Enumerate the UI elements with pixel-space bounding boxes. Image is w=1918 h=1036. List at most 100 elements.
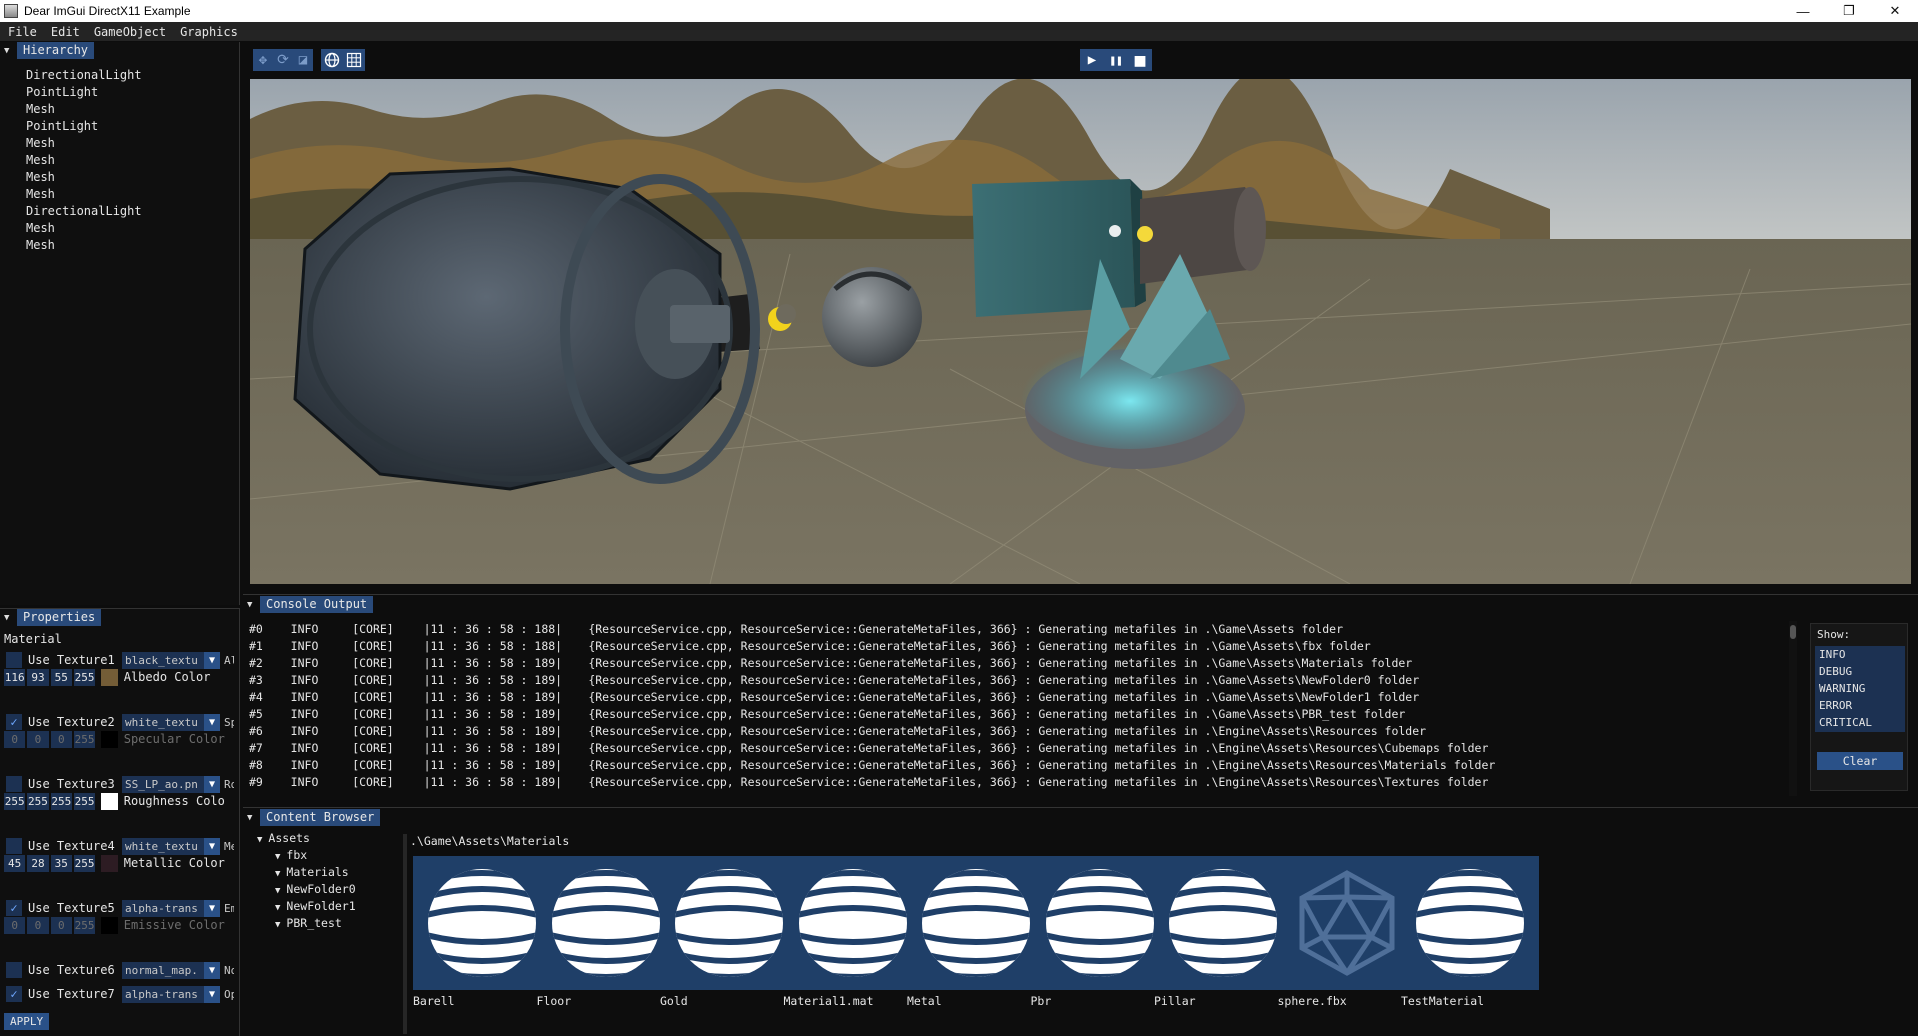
use-texture-checkbox[interactable]: ✓: [6, 986, 22, 1002]
color-swatch[interactable]: [101, 668, 118, 686]
material-sphere-icon[interactable]: [413, 856, 551, 990]
play-icon[interactable]: ▶: [1080, 49, 1104, 71]
texture-dropdown[interactable]: SS_LP_ao.pn ▼: [122, 775, 220, 793]
apply-button[interactable]: APPLY: [4, 1013, 50, 1030]
console-line[interactable]: #6 INFO [CORE] |11 : 36 : 58 : 189| {Resourc…: [249, 723, 1779, 740]
maximize-button[interactable]: ❐: [1826, 0, 1872, 22]
material-sphere-icon[interactable]: [1030, 856, 1169, 990]
console-scrollbar[interactable]: [1789, 621, 1797, 796]
asset-tile[interactable]: Pillar: [1154, 856, 1292, 1008]
tree-arrow-icon[interactable]: ▼: [275, 869, 280, 879]
material-sphere-icon[interactable]: [783, 856, 922, 990]
texture-dropdown[interactable]: normal_map. ▼: [122, 961, 220, 979]
color-channel-input[interactable]: 93: [27, 668, 49, 686]
material-sphere-icon[interactable]: [1154, 856, 1292, 990]
color-swatch[interactable]: [101, 916, 118, 934]
console-line[interactable]: #4 INFO [CORE] |11 : 36 : 58 : 189| {Resourc…: [249, 689, 1779, 706]
color-channel-input[interactable]: 116: [4, 668, 26, 686]
color-channel-input[interactable]: 0: [4, 916, 26, 934]
material-sphere-icon[interactable]: [660, 856, 798, 990]
hierarchy-item[interactable]: Mesh: [26, 101, 239, 118]
scene-viewport[interactable]: [250, 79, 1911, 584]
menu-edit[interactable]: Edit: [51, 25, 80, 39]
grid-icon[interactable]: [343, 49, 365, 71]
asset-tile[interactable]: Floor: [536, 856, 675, 1008]
use-texture-checkbox[interactable]: [6, 962, 22, 978]
color-channel-input[interactable]: 0: [27, 916, 49, 934]
stop-icon[interactable]: ■: [1128, 49, 1152, 71]
console-line[interactable]: #7 INFO [CORE] |11 : 36 : 58 : 189| {Resourc…: [249, 740, 1779, 757]
color-channel-input[interactable]: 255: [27, 792, 49, 810]
color-swatch[interactable]: [101, 730, 118, 748]
console-scroll-thumb[interactable]: [1790, 625, 1796, 639]
color-channel-input[interactable]: 255: [73, 668, 96, 686]
color-channel-input[interactable]: 0: [27, 730, 49, 748]
console-line[interactable]: #5 INFO [CORE] |11 : 36 : 58 : 189| {Resourc…: [249, 706, 1779, 723]
tree-node[interactable]: ▼ NewFolder1: [243, 898, 403, 915]
tree-arrow-icon[interactable]: ▼: [275, 920, 280, 930]
color-channel-input[interactable]: 255: [73, 854, 96, 872]
collapse-arrow-icon[interactable]: ▼: [247, 813, 256, 823]
collapse-arrow-icon[interactable]: ▼: [247, 600, 256, 610]
hierarchy-item[interactable]: Mesh: [26, 152, 239, 169]
collapse-arrow-icon[interactable]: ▼: [4, 613, 13, 623]
tree-arrow-icon[interactable]: ▼: [275, 903, 280, 913]
log-filter-debug[interactable]: DEBUG: [1815, 663, 1905, 680]
tree-node[interactable]: ▼ PBR_test: [243, 915, 403, 932]
console-line[interactable]: #1 INFO [CORE] |11 : 36 : 58 : 188| {Resourc…: [249, 638, 1779, 655]
console-tab[interactable]: Console Output: [260, 596, 374, 613]
use-texture-checkbox[interactable]: ✓: [6, 714, 22, 730]
menu-graphics[interactable]: Graphics: [180, 25, 238, 39]
color-channel-input[interactable]: 45: [4, 854, 26, 872]
use-texture-checkbox[interactable]: [6, 776, 22, 792]
mesh-icon[interactable]: [1277, 856, 1416, 990]
texture-dropdown[interactable]: black_textu ▼: [122, 651, 220, 669]
texture-dropdown[interactable]: alpha-trans ▼: [122, 899, 220, 917]
asset-tile[interactable]: TestMaterial: [1401, 856, 1539, 1008]
minimize-button[interactable]: —: [1780, 0, 1826, 22]
color-channel-input[interactable]: 0: [50, 916, 72, 934]
console-line[interactable]: #8 INFO [CORE] |11 : 36 : 58 : 189| {Resourc…: [249, 757, 1779, 774]
console-log[interactable]: #0 INFO [CORE] |11 : 36 : 58 : 188| {Resourc…: [249, 621, 1779, 801]
scale-tool-icon[interactable]: ◪: [293, 49, 313, 71]
menu-file[interactable]: File: [8, 25, 37, 39]
clear-button[interactable]: Clear: [1817, 752, 1903, 770]
globe-icon[interactable]: [321, 49, 343, 71]
color-channel-input[interactable]: 255: [4, 792, 26, 810]
pause-icon[interactable]: ❚❚: [1104, 49, 1128, 71]
hierarchy-item[interactable]: Mesh: [26, 220, 239, 237]
use-texture-checkbox[interactable]: [6, 838, 22, 854]
properties-tab[interactable]: Properties: [17, 609, 102, 626]
log-filter-info[interactable]: INFO: [1815, 646, 1905, 663]
tree-node[interactable]: ▼ Materials: [243, 864, 403, 881]
hierarchy-item[interactable]: DirectionalLight: [26, 203, 239, 220]
log-level-list[interactable]: INFO DEBUG WARNING ERROR CRITICAL: [1815, 646, 1905, 732]
console-line[interactable]: #2 INFO [CORE] |11 : 36 : 58 : 189| {Resourc…: [249, 655, 1779, 672]
tree-arrow-icon[interactable]: ▼: [275, 886, 280, 896]
hierarchy-item[interactable]: PointLight: [26, 84, 239, 101]
hierarchy-item[interactable]: DirectionalLight: [26, 67, 239, 84]
hierarchy-item[interactable]: Mesh: [26, 186, 239, 203]
material-sphere-icon[interactable]: [536, 856, 675, 990]
color-swatch[interactable]: [101, 854, 118, 872]
color-channel-input[interactable]: 255: [73, 730, 96, 748]
console-line[interactable]: #0 INFO [CORE] |11 : 36 : 58 : 188| {Resourc…: [249, 621, 1779, 638]
move-tool-icon[interactable]: ✥: [253, 49, 273, 71]
use-texture-checkbox[interactable]: [6, 652, 22, 668]
tree-arrow-icon[interactable]: ▼: [275, 852, 280, 862]
color-channel-input[interactable]: 55: [50, 668, 72, 686]
color-channel-input[interactable]: 35: [50, 854, 72, 872]
texture-dropdown[interactable]: white_textu ▼: [122, 837, 220, 855]
color-channel-input[interactable]: 0: [50, 730, 72, 748]
asset-tile[interactable]: sphere.fbx: [1277, 856, 1416, 1008]
color-swatch[interactable]: [101, 792, 118, 810]
asset-tile[interactable]: Pbr: [1030, 856, 1169, 1008]
color-channel-input[interactable]: 0: [4, 730, 26, 748]
hierarchy-tab[interactable]: Hierarchy: [17, 42, 95, 59]
log-filter-critical[interactable]: CRITICAL: [1815, 714, 1905, 731]
asset-tile[interactable]: Material1.mat: [783, 856, 922, 1008]
console-line[interactable]: #9 INFO [CORE] |11 : 36 : 58 : 189| {Resourc…: [249, 774, 1779, 791]
hierarchy-item[interactable]: Mesh: [26, 135, 239, 152]
console-line[interactable]: #3 INFO [CORE] |11 : 36 : 58 : 189| {Resourc…: [249, 672, 1779, 689]
hierarchy-item[interactable]: Mesh: [26, 169, 239, 186]
